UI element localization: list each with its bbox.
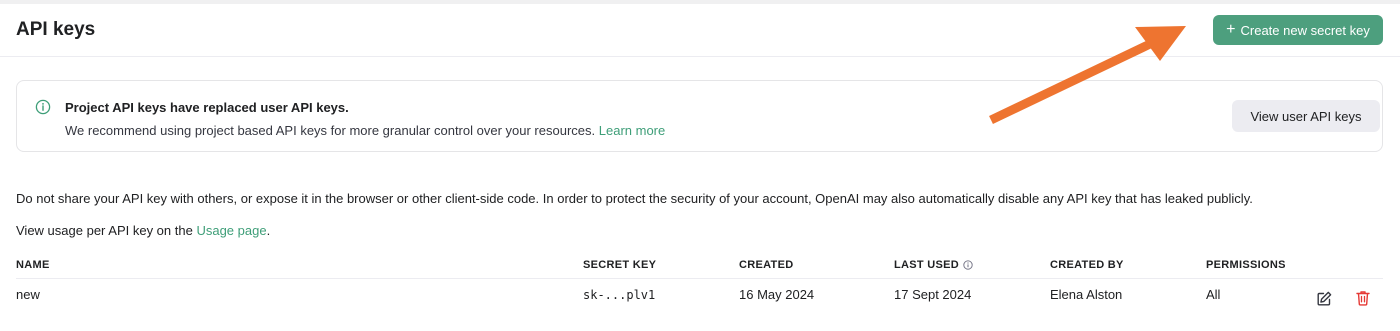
permissions-value: All bbox=[1206, 287, 1221, 302]
banner-text: We recommend using project based API key… bbox=[65, 123, 596, 138]
learn-more-link[interactable]: Learn more bbox=[599, 123, 665, 138]
column-header-last-used: LAST USED bbox=[894, 259, 960, 271]
created-by-user: Elena Alston bbox=[1050, 287, 1123, 302]
secret-key-value: sk-...plv1 bbox=[583, 288, 656, 302]
page-title: API keys bbox=[16, 19, 96, 40]
create-secret-key-label: Create new secret key bbox=[1240, 22, 1370, 38]
column-header-last-used-group: LAST USED bbox=[894, 259, 973, 271]
column-header-name: NAME bbox=[16, 259, 50, 271]
usage-prefix: View usage per API key on the bbox=[16, 223, 193, 238]
edit-icon[interactable] bbox=[1315, 290, 1333, 308]
usage-suffix: . bbox=[266, 223, 271, 238]
info-icon[interactable] bbox=[963, 260, 973, 270]
created-date: 16 May 2024 bbox=[739, 287, 815, 302]
banner-text-line: We recommend using project based API key… bbox=[65, 123, 665, 138]
table-header-divider bbox=[16, 278, 1383, 279]
project-keys-banner: Project API keys have replaced user API … bbox=[16, 80, 1383, 152]
trash-icon[interactable] bbox=[1354, 289, 1372, 307]
usage-note: View usage per API key on the Usage page… bbox=[16, 223, 270, 238]
usage-page-link[interactable]: Usage page bbox=[196, 223, 266, 238]
banner-title: Project API keys have replaced user API … bbox=[65, 100, 349, 115]
security-warning: Do not share your API key with others, o… bbox=[16, 191, 1253, 206]
key-name: new bbox=[16, 287, 40, 302]
column-header-secret-key: SECRET KEY bbox=[583, 259, 657, 271]
page-header: API keys + Create new secret key bbox=[0, 4, 1400, 57]
column-header-permissions: PERMISSIONS bbox=[1206, 259, 1286, 271]
last-used-date: 17 Sept 2024 bbox=[894, 287, 972, 302]
view-user-api-keys-button[interactable]: View user API keys bbox=[1232, 100, 1380, 132]
column-header-created: CREATED bbox=[739, 259, 794, 271]
column-header-created-by: CREATED BY bbox=[1050, 259, 1124, 271]
create-secret-key-button[interactable]: + Create new secret key bbox=[1213, 15, 1383, 45]
info-icon bbox=[35, 99, 51, 115]
plus-icon: + bbox=[1226, 21, 1236, 38]
